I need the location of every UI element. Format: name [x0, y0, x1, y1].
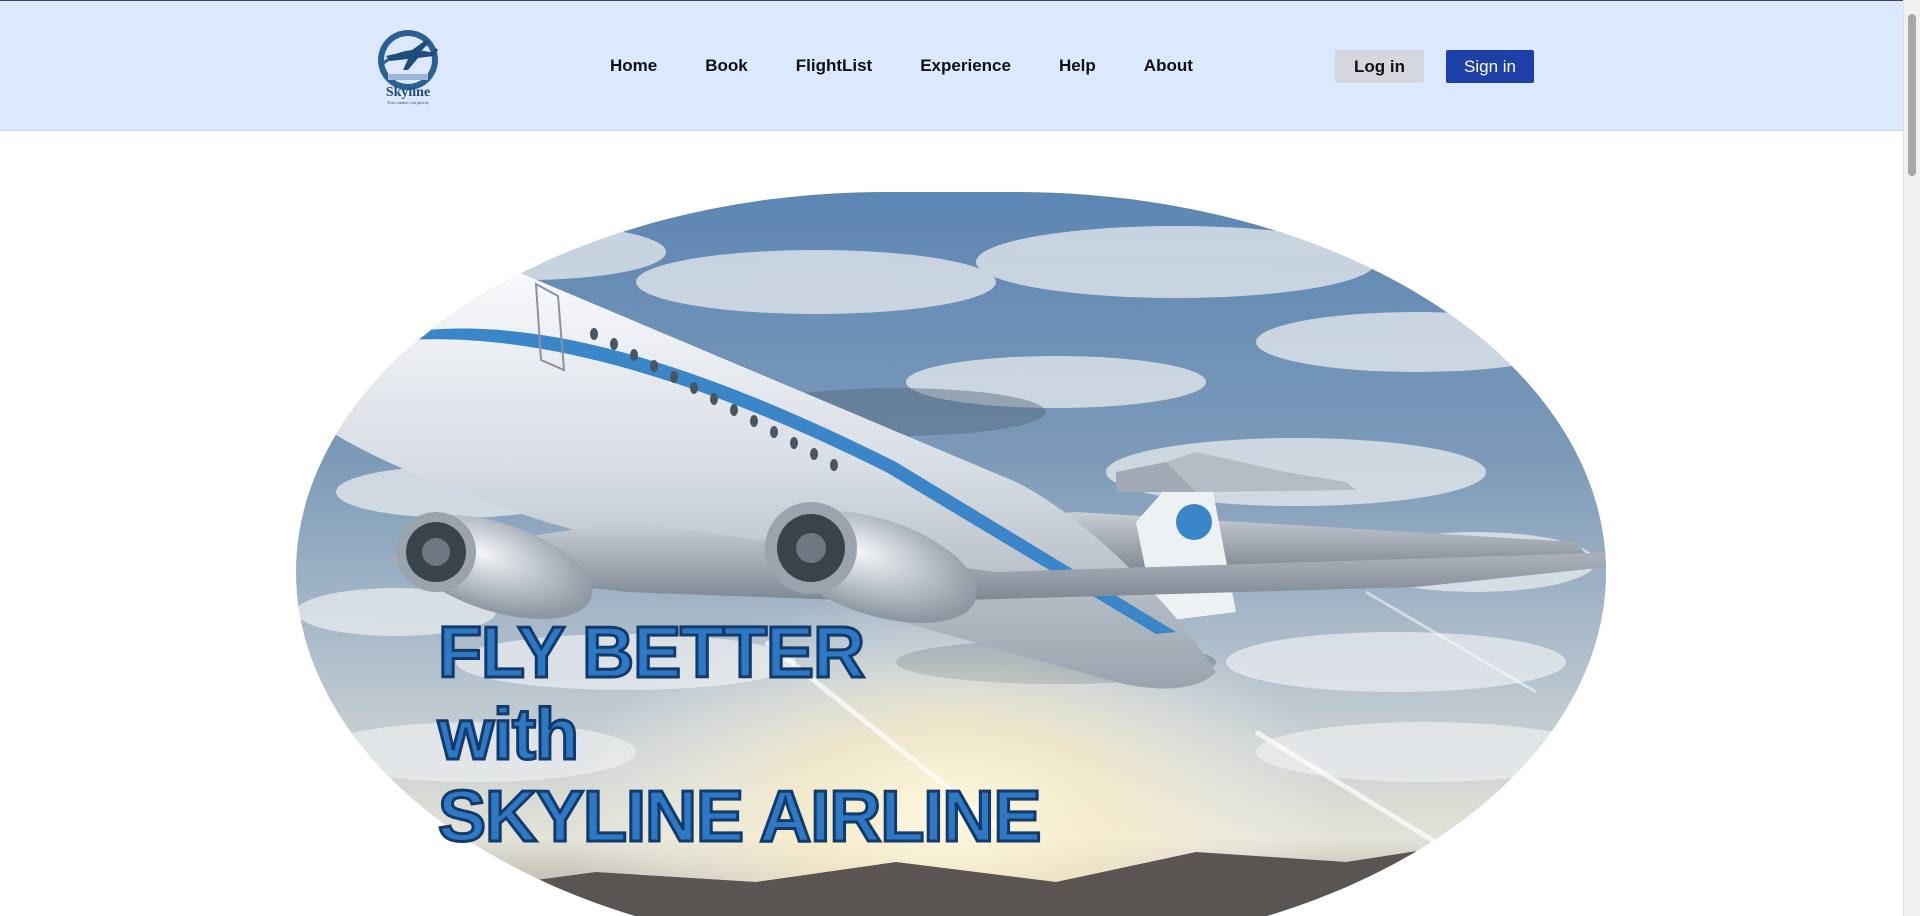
hero-line-3: SKYLINE AIRLINE	[436, 776, 1042, 859]
nav-help[interactable]: Help	[1059, 56, 1096, 76]
logo-tagline: Your comfort, our priority	[387, 100, 429, 106]
scrollbar-thumb[interactable]	[1908, 14, 1916, 176]
skyline-logo[interactable]: Skyline Your comfort, our priority	[368, 26, 450, 108]
signin-button[interactable]: Sign in	[1446, 50, 1534, 83]
page: Skyline Your comfort, our priority Home …	[0, 0, 1920, 916]
airplane-globe-logo-icon: Skyline Your comfort, our priority	[378, 30, 438, 106]
hero-line-2: with	[436, 694, 580, 777]
nav-home[interactable]: Home	[610, 56, 657, 76]
vertical-scrollbar[interactable]	[1903, 0, 1920, 916]
nav-book[interactable]: Book	[705, 56, 748, 76]
nav-about[interactable]: About	[1144, 56, 1193, 76]
logo-text: Skyline	[386, 85, 430, 100]
main-nav: Home Book FlightList Experience Help Abo…	[610, 56, 1193, 76]
login-button[interactable]: Log in	[1335, 50, 1424, 83]
navbar: Skyline Your comfort, our priority Home …	[0, 1, 1904, 131]
nav-experience[interactable]: Experience	[920, 56, 1011, 76]
hero-line-1: FLY BETTER	[436, 612, 866, 695]
nav-flightlist[interactable]: FlightList	[796, 56, 872, 76]
hero-headline: FLY BETTER with SKYLINE AIRLINE	[436, 612, 1042, 859]
